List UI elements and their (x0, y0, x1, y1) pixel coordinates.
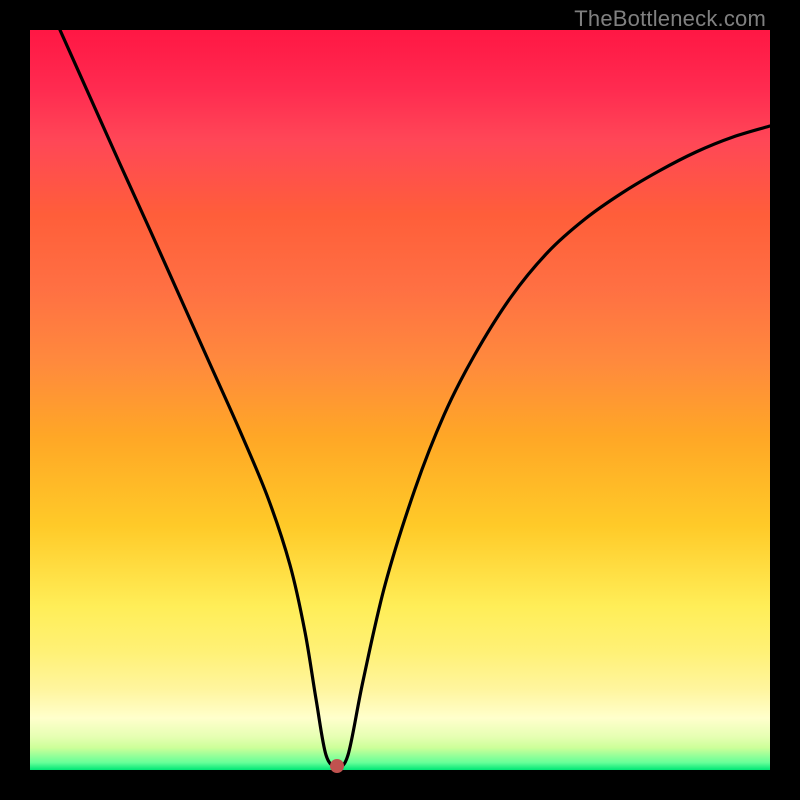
plot-area (30, 30, 770, 770)
bottleneck-curve (30, 30, 770, 770)
chart-frame: TheBottleneck.com (0, 0, 800, 800)
optimal-point-marker (330, 759, 344, 773)
watermark-text: TheBottleneck.com (574, 6, 766, 32)
